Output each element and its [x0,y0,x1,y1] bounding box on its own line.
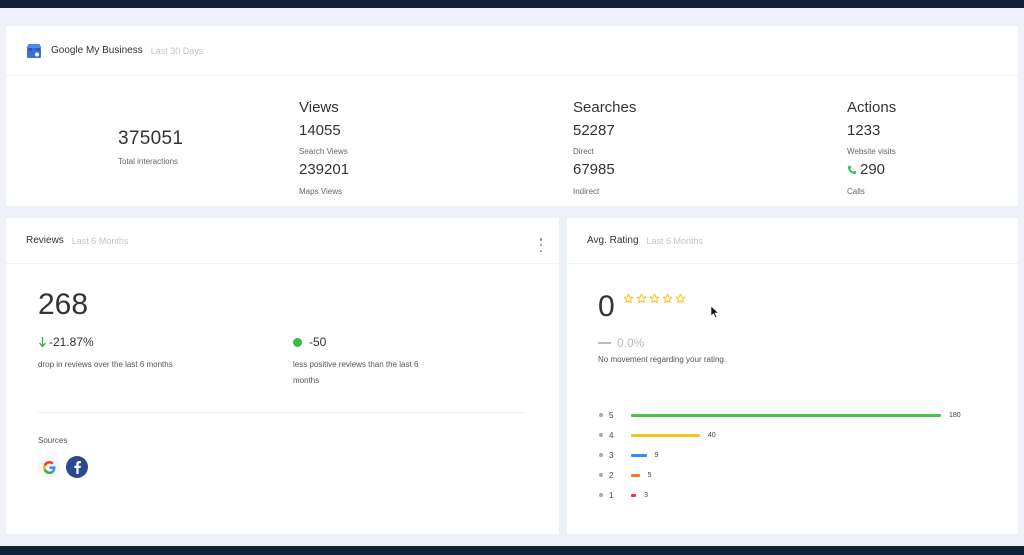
bullet-icon [599,413,603,417]
gmb-card-header: Google My Business Last 30 Days [6,26,1018,76]
total-interactions-label: Total interactions [118,157,179,166]
positive-reviews-value: -50 [309,335,327,349]
reviews-card-subtitle: Last 6 Months [71,235,129,246]
avg-rating-card-header: Avg. Rating Last 6 Months [567,218,1018,264]
rating-bar-count: 3 [644,491,649,499]
rating-bar-row-1: 13 [599,489,648,501]
rating-change-row: 0.0% [598,336,644,350]
reviews-count: 268 [38,288,89,321]
rating-bar [631,493,637,497]
calls-value: 290 [860,161,886,178]
views-title: Views [299,99,339,116]
positive-reviews-row: -50 [293,335,326,349]
google-my-business-icon [26,43,42,59]
rating-bar-count: 9 [654,451,659,459]
reviews-divider [38,412,525,413]
bullet-icon [599,453,603,457]
reviews-card: Reviews Last 6 Months 268 -21.87% drop i… [6,218,559,534]
dash-icon [598,342,611,344]
rating-bar-row-3: 39 [599,449,658,461]
avg-rating-card-subtitle: Last 6 Months [646,235,704,246]
sources-label: Sources [38,436,68,445]
gmb-card: Google My Business Last 30 Days 375051 T… [6,26,1018,206]
search-views-label: Search Views [299,147,348,156]
avg-rating-card-title: Avg. Rating [587,235,639,246]
facebook-icon[interactable] [66,456,88,478]
bullet-icon [599,493,603,497]
positive-reviews-text: less positive reviews than the last 6 mo… [293,360,419,385]
bullet-icon [599,473,603,477]
rating-bar-label: 5 [609,410,614,420]
rating-bar-label: 2 [609,470,614,480]
website-visits-value: 1233 [847,122,881,139]
rating-bar-label: 1 [609,490,614,500]
rating-bar-count: 5 [647,471,652,479]
actions-title: Actions [847,99,897,116]
calls-value-row: 290 [847,161,885,178]
rating-bar-label: 3 [609,450,614,460]
website-visits-label: Website visits [847,147,896,156]
total-interactions-value: 375051 [118,128,184,149]
rating-bar [631,453,647,457]
direct-searches-value: 52287 [573,122,615,139]
reviews-card-title: Reviews [26,235,64,246]
avg-rating-value: 0 [598,290,615,323]
google-icon[interactable] [38,456,60,478]
reviews-more-options-icon[interactable] [539,238,543,252]
indirect-searches-value: 67985 [573,161,615,178]
star-outline-icon [649,293,660,303]
phone-icon [847,165,857,174]
rating-bar-row-2: 25 [599,469,652,481]
rating-change-text: No movement regarding your rating. [598,355,727,364]
arrow-down-icon [39,337,46,348]
search-views-value: 14055 [299,122,341,139]
calls-label: Calls [847,187,865,196]
indirect-searches-label: Indirect [573,187,600,196]
star-outline-icon [636,293,647,303]
rating-stars [623,293,686,304]
bullet-icon [599,433,603,437]
reviews-drop-value: -21.87% [49,335,94,349]
reviews-drop-text: drop in reviews over the last 6 months [38,360,173,369]
rating-bar [631,413,941,417]
mouse-cursor-icon [710,305,720,319]
rating-bar [631,473,640,477]
avg-rating-card: Avg. Rating Last 6 Months 0 0.0% No move… [567,218,1018,534]
direct-searches-label: Direct [573,147,594,156]
star-outline-icon [623,293,634,303]
searches-title: Searches [573,99,637,116]
star-outline-icon [675,293,686,303]
rating-bar-row-5: 5 180 [599,409,961,421]
maps-views-label: Maps Views [299,187,342,196]
rating-bar-row-4: 4 40 [599,429,716,441]
rating-bar-count: 40 [707,431,716,439]
green-dot-icon [293,337,302,347]
reviews-drop-row: -21.87% [38,335,94,349]
rating-change-value: 0.0% [617,336,645,350]
gmb-card-title: Google My Business [51,45,143,56]
star-outline-icon [662,293,673,303]
rating-bar-label: 4 [609,430,614,440]
dashboard-screen: Google My Business Last 30 Days 375051 T… [0,8,1024,546]
reviews-card-header: Reviews Last 6 Months [6,218,559,264]
gmb-card-subtitle: Last 30 Days [150,45,204,56]
rating-bar [631,433,700,437]
maps-views-value: 239201 [299,161,350,178]
rating-bar-count: 180 [949,411,961,419]
